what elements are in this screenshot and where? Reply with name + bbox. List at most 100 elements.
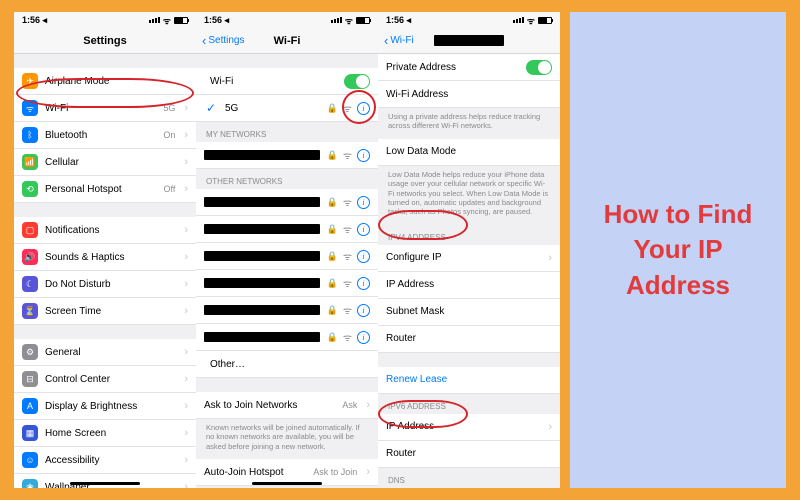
- row-cellular[interactable]: 📶 Cellular ›: [14, 149, 196, 176]
- row-wifi[interactable]: ᯤ Wi-Fi 5G ›: [14, 95, 196, 122]
- wifi-icon: ᯤ: [345, 14, 353, 27]
- chevron-right-icon: ›: [184, 251, 188, 263]
- row-home-screen[interactable]: ▦ Home Screen ›: [14, 420, 196, 447]
- chevron-right-icon: ›: [184, 156, 188, 168]
- section-ipv6: IPV6 ADDRESS: [378, 394, 560, 414]
- row-network[interactable]: .🔒ᯤi: [196, 189, 378, 216]
- row-connected-network[interactable]: ✓ 5G 🔒 ᯤ i: [196, 95, 378, 122]
- back-button[interactable]: ‹ Settings: [202, 34, 244, 47]
- lock-icon: 🔒: [327, 103, 338, 114]
- section-ipv4: IPV4 ADDRESS: [378, 225, 560, 245]
- status-bar: 1:56 ◂ ᯤ: [14, 12, 196, 28]
- row-bluetooth[interactable]: ᛒ Bluetooth On ›: [14, 122, 196, 149]
- info-icon[interactable]: i: [357, 304, 370, 317]
- row-wifi-toggle[interactable]: Wi-Fi: [196, 68, 378, 95]
- chevron-right-icon: ›: [184, 129, 188, 141]
- bell-icon: ▢: [22, 222, 38, 238]
- link-icon: ⟲: [22, 181, 38, 197]
- info-icon[interactable]: i: [357, 196, 370, 209]
- row-router: Router: [378, 326, 560, 353]
- status-bar: 1:56 ◂ ᯤ: [196, 12, 378, 28]
- wifi-icon: ᯤ: [343, 330, 352, 344]
- row-do-not-disturb[interactable]: ☾ Do Not Disturb ›: [14, 271, 196, 298]
- status-time: 1:56 ◂: [204, 15, 229, 26]
- row-router-v6: Router: [378, 441, 560, 468]
- status-bar: 1:56 ◂ ᯤ: [378, 12, 560, 28]
- row-network[interactable]: .🔒ᯤi: [196, 297, 378, 324]
- toggle-on[interactable]: [344, 74, 370, 89]
- row-accessibility[interactable]: ☺ Accessibility ›: [14, 447, 196, 474]
- home-indicator[interactable]: [70, 482, 140, 485]
- nav-bar: ‹ Wi-Fi .: [378, 28, 560, 54]
- wifi-icon: ᯤ: [343, 249, 352, 263]
- row-low-data-mode[interactable]: Low Data Mode: [378, 139, 560, 166]
- lock-icon: 🔒: [327, 197, 338, 208]
- chevron-left-icon: ‹: [202, 34, 206, 47]
- person-icon: ☺: [22, 452, 38, 468]
- nav-bar: Settings: [14, 28, 196, 54]
- chevron-right-icon: ›: [548, 252, 552, 264]
- row-personal-hotspot[interactable]: ⟲ Personal Hotspot Off ›: [14, 176, 196, 203]
- moon-icon: ☾: [22, 276, 38, 292]
- row-sounds[interactable]: 🔊 Sounds & Haptics ›: [14, 244, 196, 271]
- row-network[interactable]: .🔒ᯤi: [196, 243, 378, 270]
- lock-icon: 🔒: [327, 332, 338, 343]
- grid-icon: ▦: [22, 425, 38, 441]
- screenshot-wifi-list: 1:56 ◂ ᯤ ‹ Settings Wi-Fi Wi-Fi ✓ 5G: [196, 12, 378, 488]
- row-wallpaper[interactable]: ❀ Wallpaper ›: [14, 474, 196, 488]
- home-indicator[interactable]: [252, 482, 322, 485]
- row-other-network[interactable]: Other…: [196, 351, 378, 378]
- info-icon[interactable]: i: [357, 149, 370, 162]
- wifi-icon: ᯤ: [527, 14, 535, 27]
- chevron-right-icon: ›: [184, 224, 188, 236]
- lock-icon: 🔒: [327, 278, 338, 289]
- row-ip-address-v6[interactable]: IP Address ›: [378, 414, 560, 441]
- footer-private: Using a private address helps reduce tra…: [378, 108, 560, 139]
- info-icon[interactable]: i: [357, 102, 370, 115]
- footer-low-data: Low Data Mode helps reduce your iPhone d…: [378, 166, 560, 225]
- row-private-address[interactable]: Private Address: [378, 54, 560, 81]
- row-airplane-mode[interactable]: ✈ Airplane Mode: [14, 68, 196, 95]
- info-icon[interactable]: i: [357, 331, 370, 344]
- page-title: How to Find Your IP Address: [586, 197, 770, 302]
- nav-bar: ‹ Settings Wi-Fi: [196, 28, 378, 54]
- signal-icon: [331, 17, 342, 23]
- toggle-on[interactable]: [526, 60, 552, 75]
- wifi-icon: ᯤ: [343, 195, 352, 209]
- text-size-icon: A: [22, 398, 38, 414]
- chevron-right-icon: ›: [366, 399, 370, 411]
- nav-title: Wi-Fi: [274, 35, 301, 47]
- chevron-right-icon: ›: [184, 278, 188, 290]
- row-network[interactable]: .🔒ᯤi: [196, 216, 378, 243]
- back-button[interactable]: ‹ Wi-Fi: [384, 34, 414, 47]
- lock-icon: 🔒: [327, 305, 338, 316]
- nav-title: .: [434, 35, 504, 46]
- row-display[interactable]: A Display & Brightness ›: [14, 393, 196, 420]
- hourglass-icon: ⏳: [22, 303, 38, 319]
- row-configure-ip[interactable]: Configure IP ›: [378, 245, 560, 272]
- info-icon[interactable]: i: [357, 223, 370, 236]
- lock-icon: 🔒: [327, 150, 338, 161]
- info-icon[interactable]: i: [357, 277, 370, 290]
- row-network[interactable]: . 🔒 ᯤ i: [196, 142, 378, 169]
- flower-icon: ❀: [22, 479, 38, 488]
- row-ask-to-join[interactable]: Ask to Join Networks Ask ›: [196, 392, 378, 419]
- battery-icon: [356, 17, 370, 24]
- row-network[interactable]: .🔒ᯤi: [196, 324, 378, 351]
- row-notifications[interactable]: ▢ Notifications ›: [14, 217, 196, 244]
- signal-icon: [149, 17, 160, 23]
- row-network[interactable]: .🔒ᯤi: [196, 270, 378, 297]
- row-renew-lease[interactable]: Renew Lease: [378, 367, 560, 394]
- row-control-center[interactable]: ⊟ Control Center ›: [14, 366, 196, 393]
- wifi-icon: ᯤ: [22, 100, 38, 116]
- chevron-right-icon: ›: [366, 466, 370, 478]
- speaker-icon: 🔊: [22, 249, 38, 265]
- row-general[interactable]: ⚙ General ›: [14, 339, 196, 366]
- footer-ask: Known networks will be joined automatica…: [196, 419, 378, 459]
- chevron-right-icon: ›: [184, 183, 188, 195]
- checkmark-icon: ✓: [204, 101, 218, 115]
- chevron-right-icon: ›: [184, 400, 188, 412]
- nav-title: Settings: [83, 35, 126, 47]
- info-icon[interactable]: i: [357, 250, 370, 263]
- row-screen-time[interactable]: ⏳ Screen Time ›: [14, 298, 196, 325]
